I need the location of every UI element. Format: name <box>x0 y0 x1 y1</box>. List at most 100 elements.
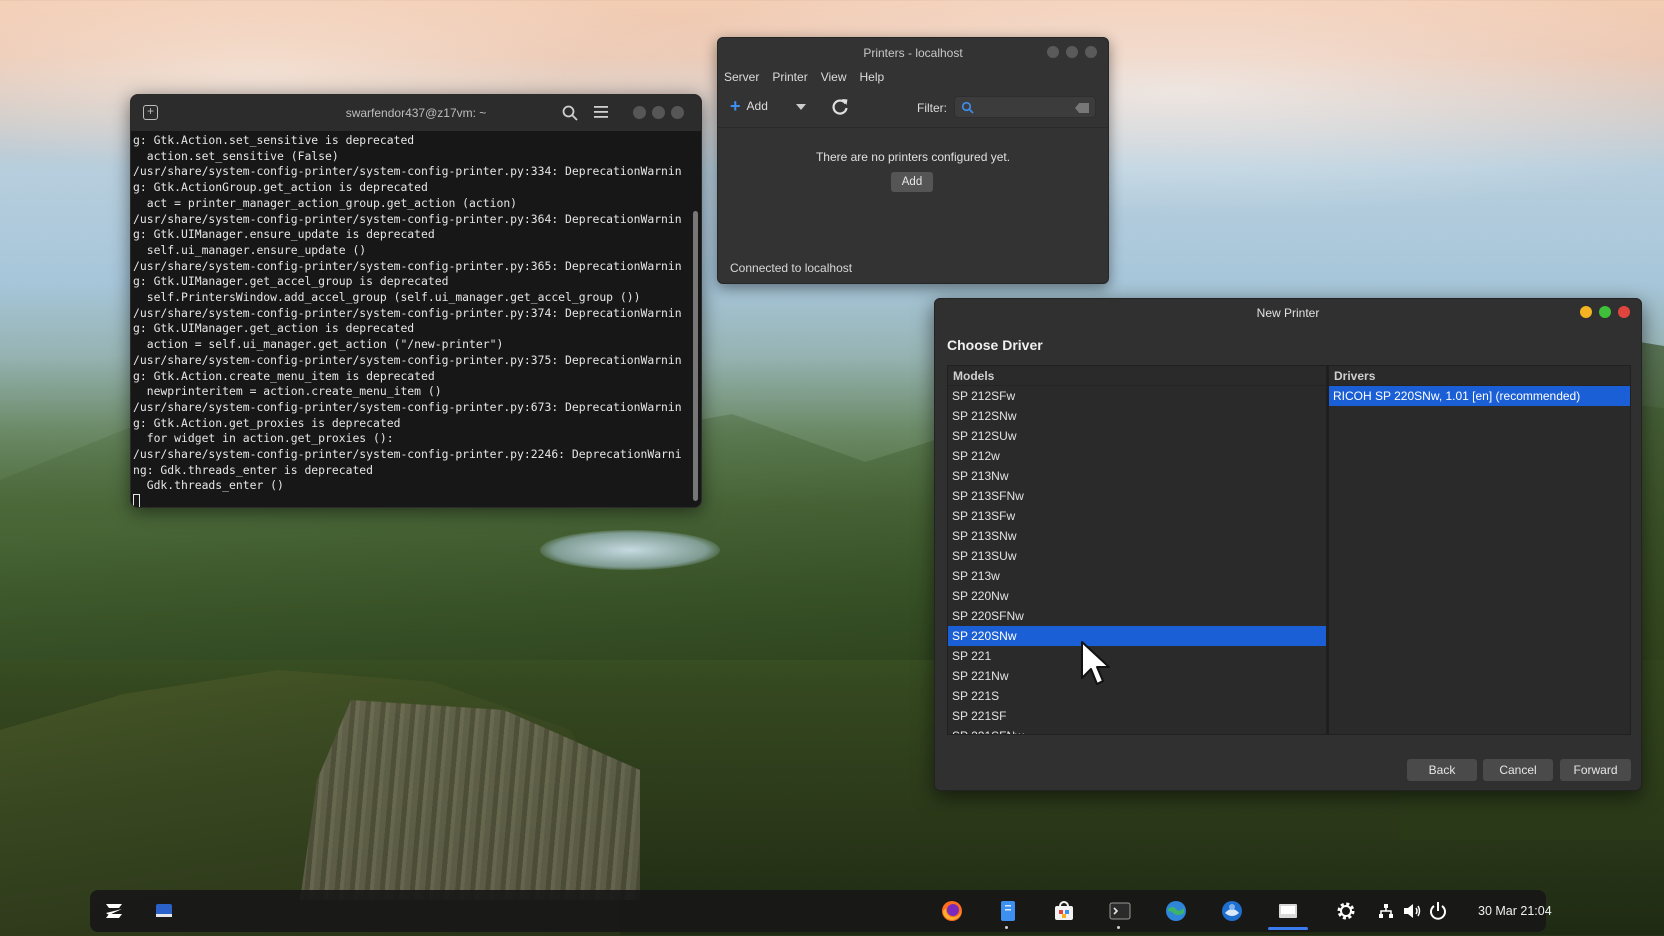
maximize-button[interactable] <box>1599 306 1611 318</box>
terminal-line: /usr/share/system-config-printer/system-… <box>133 447 682 462</box>
add-printer-button[interactable]: + Add <box>730 96 768 116</box>
model-item[interactable]: SP 221S <box>948 686 1326 706</box>
terminal-title: swarfendor437@z17vm: ~ <box>345 106 487 120</box>
search-icon[interactable] <box>561 104 579 122</box>
model-item[interactable]: SP 213Nw <box>948 466 1326 486</box>
settings-gear-icon[interactable] <box>1334 899 1358 923</box>
terminal-line: g: Gtk.Action.set_sensitive is deprecate… <box>133 133 415 147</box>
printers-icon[interactable] <box>1276 899 1300 923</box>
clear-filter-icon[interactable] <box>1075 103 1089 113</box>
model-item[interactable]: SP 213SUw <box>948 546 1326 566</box>
terminal-scrollbar[interactable] <box>693 211 698 501</box>
no-printers-message: There are no printers configured yet. <box>815 150 1011 164</box>
terminal-line: /usr/share/system-config-printer/system-… <box>133 352 682 367</box>
menu-view[interactable]: View <box>821 70 847 84</box>
clock[interactable]: 30 Mar 21:04 <box>1478 904 1552 918</box>
model-item-selected[interactable]: SP 220SNw <box>948 626 1326 646</box>
active-app-indicator <box>1268 927 1308 930</box>
terminal-line: for widget in action.get_proxies (): <box>133 431 394 446</box>
close-button[interactable] <box>671 106 684 119</box>
menu-help[interactable]: Help <box>859 70 884 84</box>
close-button[interactable] <box>1618 306 1630 318</box>
forward-button[interactable]: Forward <box>1560 759 1631 781</box>
model-item[interactable]: SP 212w <box>948 446 1326 466</box>
show-desktop-icon[interactable] <box>152 899 176 923</box>
terminal-line: /usr/share/system-config-printer/system-… <box>133 305 682 320</box>
terminal-line: /usr/share/system-config-printer/system-… <box>133 399 682 414</box>
models-column-header[interactable]: Models <box>948 366 1326 386</box>
drivers-column-header[interactable]: Drivers <box>1329 366 1630 386</box>
model-item[interactable]: SP 221 <box>948 646 1326 666</box>
model-item[interactable]: SP 212SNw <box>948 406 1326 426</box>
terminal-line: /usr/share/system-config-printer/system-… <box>133 258 682 273</box>
cancel-button[interactable]: Cancel <box>1483 759 1553 781</box>
terminal-window[interactable]: + swarfendor437@z17vm: ~ g: Gtk.Action.s… <box>130 94 702 508</box>
terminal-line: newprinteritem = action.create_menu_item… <box>133 384 442 399</box>
thunderbird-icon[interactable] <box>1220 899 1244 923</box>
text-cursor <box>133 494 140 507</box>
printers-menubar: Server Printer View Help <box>718 66 1108 88</box>
new-printer-dialog[interactable]: New Printer Choose Driver Models SP 212S… <box>934 298 1642 791</box>
search-icon <box>961 101 974 114</box>
model-item[interactable]: SP 213w <box>948 566 1326 586</box>
printers-window[interactable]: Printers - localhost Server Printer View… <box>717 37 1109 284</box>
model-item[interactable]: SP 213SFw <box>948 506 1326 526</box>
model-item[interactable]: SP 221SF <box>948 706 1326 726</box>
minimize-button[interactable] <box>633 106 646 119</box>
model-item[interactable]: SP 213SFNw <box>948 486 1326 506</box>
filter-input[interactable] <box>954 96 1096 118</box>
files-icon[interactable] <box>996 899 1020 923</box>
model-item[interactable]: SP 220SFNw <box>948 606 1326 626</box>
model-item[interactable]: SP 212SFw <box>948 386 1326 406</box>
wallpaper-lake <box>540 530 720 570</box>
terminal-icon[interactable] <box>1108 899 1132 923</box>
printers-titlebar[interactable]: Printers - localhost <box>718 38 1108 66</box>
terminal-line: /usr/share/system-config-printer/system-… <box>133 211 682 226</box>
model-item[interactable]: SP 220Nw <box>948 586 1326 606</box>
web-browser-icon[interactable] <box>1164 899 1188 923</box>
terminal-line: self.PrintersWindow.add_accel_group (sel… <box>133 290 641 305</box>
add-printer-center-button[interactable]: Add <box>891 172 933 192</box>
volume-icon[interactable] <box>1400 899 1424 923</box>
terminal-line: g: Gtk.UIManager.get_accel_group is depr… <box>133 274 449 289</box>
hamburger-menu-icon[interactable] <box>593 105 609 119</box>
printers-toolbar: + Add Filter: <box>718 88 1108 128</box>
terminal-prompt[interactable] <box>133 494 687 507</box>
new-printer-titlebar[interactable]: New Printer <box>935 299 1641 327</box>
taskbar: 30 Mar 21:04 <box>90 890 1552 932</box>
running-indicator <box>1117 926 1120 929</box>
model-item[interactable]: SP 221Nw <box>948 666 1326 686</box>
drivers-list[interactable]: Drivers RICOH SP 220SNw, 1.01 [en] (reco… <box>1327 365 1631 735</box>
maximize-button[interactable] <box>652 106 665 119</box>
filter-label: Filter: <box>917 101 947 115</box>
power-icon[interactable] <box>1426 899 1450 923</box>
driver-item-selected[interactable]: RICOH SP 220SNw, 1.01 [en] (recommended) <box>1329 386 1630 406</box>
back-button[interactable]: Back <box>1407 759 1477 781</box>
terminal-line: ng: Gdk.threads_enter is deprecated <box>133 462 374 477</box>
running-indicator <box>1005 926 1008 929</box>
software-store-icon[interactable] <box>1052 899 1076 923</box>
minimize-button[interactable] <box>1047 46 1059 58</box>
zorin-menu-icon[interactable] <box>102 899 126 923</box>
terminal-line: g: Gtk.Action.create_menu_item is deprec… <box>133 368 435 383</box>
chevron-down-icon[interactable] <box>796 104 806 110</box>
maximize-button[interactable] <box>1066 46 1078 58</box>
model-item[interactable]: SP 221SFNw <box>948 726 1326 734</box>
menu-server[interactable]: Server <box>724 70 759 84</box>
mouse-pointer-icon <box>1081 641 1110 685</box>
firefox-icon[interactable] <box>940 899 964 923</box>
menu-printer[interactable]: Printer <box>772 70 807 84</box>
terminal-titlebar[interactable]: + swarfendor437@z17vm: ~ <box>131 95 701 131</box>
model-item[interactable]: SP 212SUw <box>948 426 1326 446</box>
refresh-icon[interactable] <box>830 97 850 117</box>
close-button[interactable] <box>1085 46 1097 58</box>
plus-icon: + <box>730 96 741 116</box>
minimize-button[interactable] <box>1580 306 1592 318</box>
model-item[interactable]: SP 213SNw <box>948 526 1326 546</box>
terminal-output[interactable]: g: Gtk.Action.set_sensitive is deprecate… <box>133 133 687 507</box>
terminal-line: g: Gtk.UIManager.ensure_update is deprec… <box>133 227 435 242</box>
terminal-line: self.ui_manager.ensure_update () <box>133 242 367 257</box>
network-icon[interactable] <box>1374 899 1398 923</box>
wallpaper-cliff-face <box>300 700 640 900</box>
models-list[interactable]: Models SP 212SFw SP 212SNw SP 212SUw SP 212… <box>947 365 1327 735</box>
